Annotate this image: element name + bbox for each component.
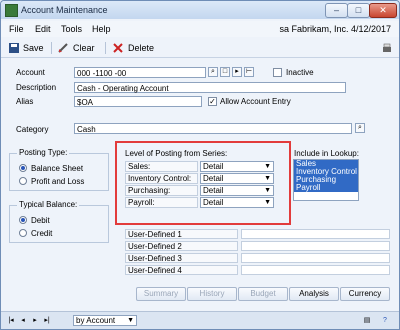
toolbar-divider	[51, 42, 52, 54]
dropdown-arrow-icon: ▼	[264, 187, 271, 194]
posting-row-payroll: Payroll: Detail ▼	[125, 197, 275, 208]
next-record-icon[interactable]: ▸	[31, 316, 39, 325]
category-label: Category	[16, 125, 49, 134]
balance-sheet-radio[interactable]	[19, 164, 27, 172]
menu-edit[interactable]: Edit	[35, 24, 51, 34]
description-input[interactable]: Cash - Operating Account	[74, 82, 346, 93]
last-record-icon[interactable]: ▸|	[43, 316, 51, 325]
allow-account-entry-checkbox[interactable]: ✓	[208, 97, 217, 106]
menu-bar: File Edit Tools Help sa Fabrikam, Inc. 4…	[1, 21, 399, 37]
alias-input[interactable]: $OA	[74, 96, 202, 107]
budget-button[interactable]: Budget	[238, 287, 288, 301]
profit-and-loss-label: Profit and Loss	[31, 177, 85, 186]
menu-tools[interactable]: Tools	[61, 24, 82, 34]
analysis-button[interactable]: Analysis	[289, 287, 339, 301]
dropdown-arrow-icon: ▼	[127, 317, 134, 324]
dropdown-value: Detail	[203, 174, 224, 183]
history-button[interactable]: History	[187, 287, 237, 301]
category-lookup-icon[interactable]: ⌕	[355, 123, 365, 133]
user-defined-4-input[interactable]	[241, 265, 390, 275]
sort-order-value: by Account	[76, 316, 116, 325]
inactive-checkbox[interactable]	[273, 68, 282, 77]
clear-button[interactable]: Clear	[73, 42, 95, 54]
debit-label: Debit	[31, 216, 50, 225]
typical-balance-title: Typical Balance:	[17, 200, 80, 209]
level-of-posting-title: Level of Posting from Series:	[125, 149, 228, 158]
save-button[interactable]: Save	[23, 42, 44, 54]
posting-row-label: Sales:	[125, 161, 198, 172]
posting-row-label: Purchasing:	[125, 185, 198, 196]
maximize-button[interactable]: □	[347, 3, 370, 18]
description-label: Description	[16, 83, 57, 92]
app-icon	[5, 4, 18, 17]
posting-row-label: Inventory Control:	[125, 173, 198, 184]
toolbar: Save Clear Delete	[1, 39, 399, 58]
inventory-posting-dropdown[interactable]: Detail ▼	[200, 173, 274, 184]
first-record-icon[interactable]: |◂	[7, 316, 15, 325]
note-icon[interactable]: □	[220, 67, 230, 77]
minimize-button[interactable]: –	[325, 3, 348, 18]
dropdown-value: Detail	[203, 186, 224, 195]
status-bar: |◂ ◂ ▸ ▸| by Account ▼ ▤ ?	[1, 311, 399, 329]
menu-file[interactable]: File	[9, 24, 24, 34]
delete-icon	[113, 43, 123, 53]
save-icon	[9, 43, 19, 53]
credit-radio[interactable]	[19, 229, 27, 237]
user-defined-3-input[interactable]	[241, 253, 390, 263]
list-item[interactable]: Payroll	[294, 184, 358, 192]
payroll-posting-dropdown[interactable]: Detail ▼	[200, 197, 274, 208]
help-icon[interactable]: ?	[379, 316, 391, 325]
include-in-lookup-title: Include in Lookup:	[294, 149, 359, 158]
account-label: Account	[16, 68, 45, 77]
user-defined-label: User-Defined 2	[125, 241, 238, 251]
profit-and-loss-radio[interactable]	[19, 177, 27, 185]
window-options-icon[interactable]: ▤	[361, 316, 373, 325]
user-defined-label: User-Defined 3	[125, 253, 238, 263]
menu-help[interactable]: Help	[92, 24, 111, 34]
company-date-info: sa Fabrikam, Inc. 4/12/2017	[279, 24, 391, 34]
sales-posting-dropdown[interactable]: Detail ▼	[200, 161, 274, 172]
posting-type-title: Posting Type:	[17, 148, 70, 157]
currency-button[interactable]: Currency	[340, 287, 390, 301]
user-defined-2-input[interactable]	[241, 241, 390, 251]
dropdown-arrow-icon: ▼	[264, 199, 271, 206]
posting-row-inventory: Inventory Control: Detail ▼	[125, 173, 275, 184]
typical-balance-group	[9, 205, 109, 243]
purchasing-posting-dropdown[interactable]: Detail ▼	[200, 185, 274, 196]
window-title: Account Maintenance	[21, 5, 108, 15]
segment-icon[interactable]: ⊢	[244, 67, 254, 77]
dropdown-value: Detail	[203, 198, 224, 207]
account-maintenance-window: Account Maintenance – □ ✕ File Edit Tool…	[0, 0, 400, 330]
allow-account-entry-label: Allow Account Entry	[220, 97, 291, 106]
close-button[interactable]: ✕	[369, 3, 397, 18]
dropdown-arrow-icon: ▼	[264, 163, 271, 170]
sort-order-select[interactable]: by Account ▼	[73, 315, 137, 326]
previous-record-icon[interactable]: ◂	[19, 316, 27, 325]
account-input[interactable]: 000 -1100 -00	[74, 67, 206, 78]
user-defined-label: User-Defined 1	[125, 229, 238, 239]
dropdown-arrow-icon: ▼	[264, 175, 271, 182]
title-bar: Account Maintenance – □ ✕	[1, 1, 399, 19]
include-in-lookup-list[interactable]: Sales Inventory Control Purchasing Payro…	[293, 159, 359, 201]
posting-row-purchasing: Purchasing: Detail ▼	[125, 185, 275, 196]
posting-row-sales: Sales: Detail ▼	[125, 161, 275, 172]
print-icon[interactable]	[382, 43, 392, 53]
user-defined-label: User-Defined 4	[125, 265, 238, 275]
delete-button[interactable]: Delete	[128, 42, 154, 54]
debit-radio[interactable]	[19, 216, 27, 224]
category-input[interactable]: Cash	[74, 123, 352, 134]
dropdown-value: Detail	[203, 162, 224, 171]
balance-sheet-label: Balance Sheet	[31, 164, 84, 173]
clear-icon	[58, 43, 68, 53]
inactive-label: Inactive	[286, 68, 314, 77]
lookup-icon[interactable]: ⌕	[208, 67, 218, 77]
credit-label: Credit	[31, 229, 53, 238]
arrow-right-icon[interactable]: ▸	[232, 67, 242, 77]
user-defined-1-input[interactable]	[241, 229, 390, 239]
posting-row-label: Payroll:	[125, 197, 198, 208]
alias-label: Alias	[16, 97, 34, 106]
toolbar-divider	[105, 42, 106, 54]
summary-button[interactable]: Summary	[136, 287, 186, 301]
